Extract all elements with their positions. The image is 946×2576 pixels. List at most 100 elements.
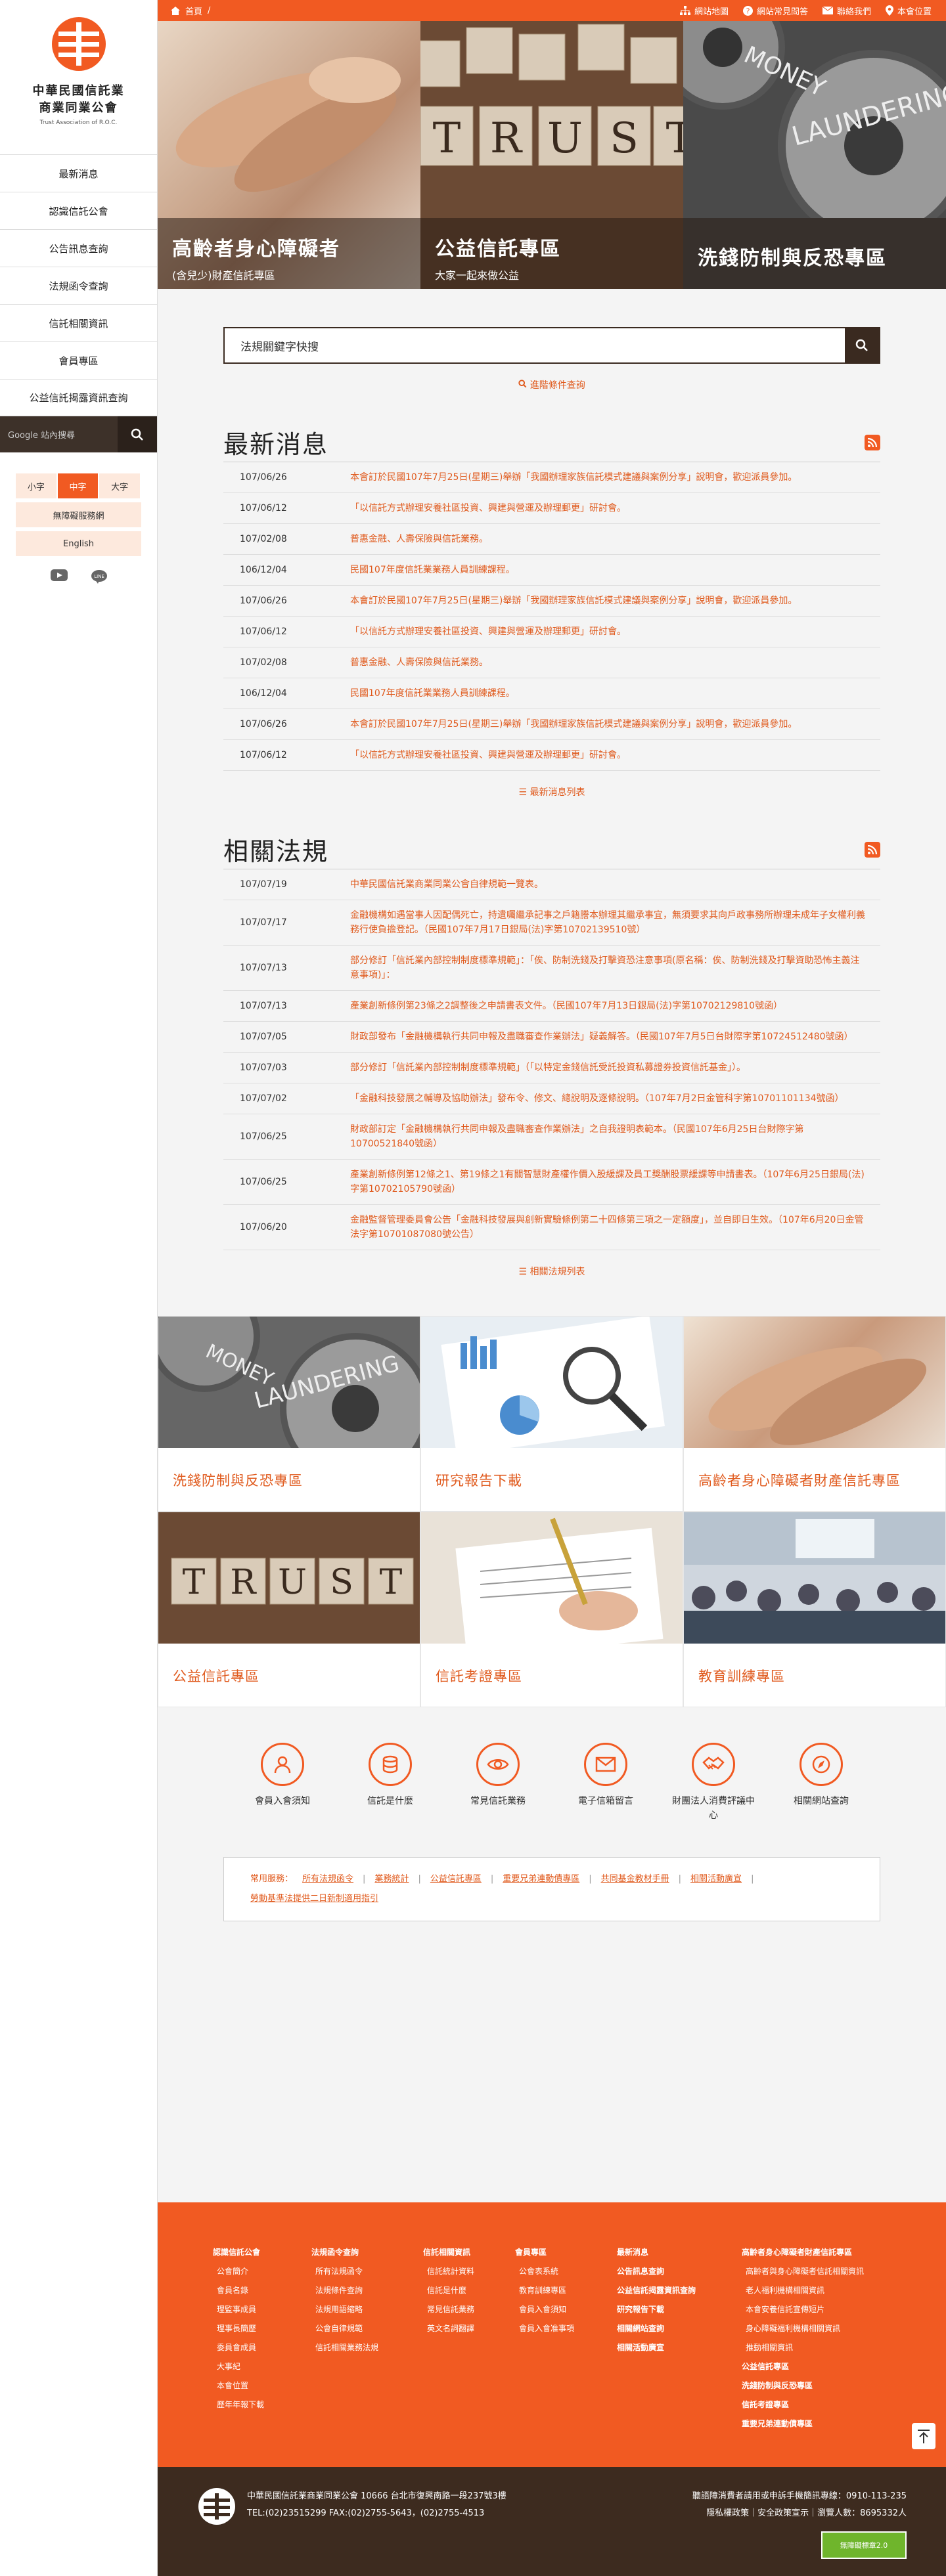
quick-link[interactable]: 業務統計 <box>374 1874 409 1884</box>
footer-link[interactable]: 法規條件查詢 <box>311 2281 423 2300</box>
english-link[interactable]: English <box>16 531 141 556</box>
footer-link[interactable]: 相關活動廣宣 <box>617 2338 742 2357</box>
list-item-title[interactable]: 普惠金融、人壽保險與信託業務。 <box>350 532 880 546</box>
list-item[interactable]: 106/12/04 民國107年度信託業業務人員訓練課程。 <box>223 555 880 586</box>
footer-link[interactable]: 信託是什麼 <box>423 2281 515 2300</box>
list-item-title[interactable]: 產業創新條例第23條之2調整後之申請書表文件。（民國107年7月13日銀局(法)… <box>350 999 880 1013</box>
list-item[interactable]: 107/06/26 本會訂於民國107年7月25日(星期三)舉辦「我國辦理家族信託… <box>223 586 880 617</box>
footer-link[interactable]: 高齡者與身心障礙者信託相關資訊 <box>742 2262 912 2281</box>
list-item[interactable]: 107/06/20 金融監督管理委員會公告「金融科技發展與創新實驗條例第二十四條第… <box>223 1205 880 1250</box>
youtube-icon[interactable] <box>50 569 68 581</box>
footer-column-heading[interactable]: 高齡者身心障礙者財產信託專區 <box>742 2243 912 2262</box>
footer-column-heading[interactable]: 法規函令查詢 <box>311 2243 423 2262</box>
footer-link[interactable]: 信託統計資料 <box>423 2262 515 2281</box>
font-small-button[interactable]: 小字 <box>16 473 56 498</box>
list-item-title[interactable]: 部分修訂「信託業內部控制制度標準規範」：「俟、防制洗錢及打擊資恐注意事項(原名稱… <box>350 953 880 982</box>
law-search-button[interactable] <box>845 328 879 362</box>
quick-link[interactable]: 共同基金教材手冊 <box>601 1874 669 1884</box>
location-link[interactable]: 本會位置 <box>885 5 932 17</box>
footer-link[interactable]: 推動相關資訊 <box>742 2338 912 2357</box>
sitemap-link[interactable]: 網站地圖 <box>679 5 729 17</box>
card-public-trust[interactable]: T R U S T 公益信託專區 <box>158 1512 420 1707</box>
list-item[interactable]: 107/06/25 財政部訂定「金融機構執行共同申報及盡職審查作業辦法」之自我證明… <box>223 1114 880 1160</box>
footer-link[interactable]: 公會表系統 <box>515 2262 617 2281</box>
contact-link[interactable]: 聯絡我們 <box>822 5 871 17</box>
list-item[interactable]: 107/06/26 本會訂於民國107年7月25日(星期三)舉辦「我國辦理家族信託… <box>223 462 880 493</box>
list-item-title[interactable]: 「以信託方式辦理安養社區投資、興建與營運及辦理郵更」研討會。 <box>350 624 880 639</box>
advanced-search-link[interactable]: 進階條件查詢 <box>223 378 880 391</box>
footer-link[interactable]: 教育訓練專區 <box>515 2281 617 2300</box>
list-item[interactable]: 107/07/17 金融機構如遇當事人因配偶死亡，持遺囑繼承記事之戶籍謄本辦理其繼… <box>223 900 880 946</box>
rss-icon[interactable] <box>865 841 880 858</box>
footer-link[interactable]: 會員入會須知 <box>515 2300 617 2319</box>
footer-link[interactable]: 理監事成員 <box>213 2300 311 2319</box>
accessibility-badge[interactable]: 無障礙標章2.0 <box>821 2531 907 2559</box>
quick-link[interactable]: 相關活動廣宣 <box>690 1874 742 1884</box>
list-item-title[interactable]: 財政部發布「金融機構執行共同申報及盡職審查作業辦法」疑義解答。（民國107年7月… <box>350 1030 880 1044</box>
banner-aml[interactable]: MONEY LAUNDERING 洗錢防制與反恐專區 <box>683 21 946 289</box>
footer-policy-links[interactable]: 隱私權政策｜安全政策宣示｜瀏覽人數：8695332人 <box>692 2505 907 2522</box>
list-item[interactable]: 107/07/19 中華民國信託業商業同業公會自律規範一覽表。 <box>223 869 880 900</box>
list-item[interactable]: 107/06/25 產業創新條例第12條之1、第19條之1有關智慧財產權作價入股緩… <box>223 1160 880 1205</box>
shortcut-consumer-center[interactable]: 財團法人消費評議中心 <box>671 1743 756 1823</box>
line-icon[interactable]: LINE <box>91 569 107 584</box>
quick-link[interactable]: 重要兄弟連動債專區 <box>503 1874 579 1884</box>
list-item[interactable]: 107/06/12 「以信託方式辦理安養社區投資、興建與營運及辦理郵更」研討會。 <box>223 617 880 647</box>
footer-link[interactable]: 研究報告下載 <box>617 2300 742 2319</box>
breadcrumb-home[interactable]: 首頁 <box>185 5 202 17</box>
list-item[interactable]: 107/02/08 普惠金融、人壽保險與信託業務。 <box>223 524 880 555</box>
list-item[interactable]: 107/02/08 普惠金融、人壽保險與信託業務。 <box>223 647 880 678</box>
list-item-title[interactable]: 「以信託方式辦理安養社區投資、興建與營運及辦理郵更」研討會。 <box>350 501 880 515</box>
list-item[interactable]: 107/07/13 產業創新條例第23條之2調整後之申請書表文件。（民國107年7… <box>223 991 880 1022</box>
footer-link[interactable]: 法規用語縮略 <box>311 2300 423 2319</box>
list-item[interactable]: 107/06/26 本會訂於民國107年7月25日(星期三)舉辦「我國辦理家族信託… <box>223 709 880 740</box>
list-item-title[interactable]: 金融監督管理委員會公告「金融科技發展與創新實驗條例第二十四條第三項之一定額度」，… <box>350 1213 880 1242</box>
shortcut-related-sites[interactable]: 相關網站查詢 <box>778 1743 864 1823</box>
footer-link[interactable]: 重要兄弟連動債專區 <box>742 2414 912 2434</box>
card-aml[interactable]: MONEY LAUNDERING 洗錢防制與反恐專區 <box>158 1316 420 1512</box>
list-item-title[interactable]: 財政部訂定「金融機構執行共同申報及盡職審查作業辦法」之自我證明表範本。（民國10… <box>350 1122 880 1151</box>
footer-link[interactable]: 信託相關業務法規 <box>311 2338 423 2357</box>
footer-column-heading[interactable]: 信託相關資訊 <box>423 2243 515 2262</box>
list-item-title[interactable]: 部分修訂「信託業內部控制制度標準規範」（「以特定金錢信託受託投資私募證券投資信託… <box>350 1060 880 1075</box>
footer-link[interactable]: 理事長簡歷 <box>213 2319 311 2338</box>
footer-link[interactable]: 所有法規函令 <box>311 2262 423 2281</box>
list-item-title[interactable]: 普惠金融、人壽保險與信託業務。 <box>350 655 880 670</box>
nav-item-public-trust[interactable]: 公益信託揭露資訊查詢 <box>0 379 157 416</box>
footer-link[interactable]: 公益信託揭露資訊查詢 <box>617 2281 742 2300</box>
footer-link[interactable]: 委員會成員 <box>213 2338 311 2357</box>
list-item[interactable]: 107/07/02 「金融科技發展之輔導及協助辦法」發布令、修文、總說明及逐條說明… <box>223 1083 880 1114</box>
laws-more-link[interactable]: ☰ 相關法規列表 <box>223 1265 880 1278</box>
font-large-button[interactable]: 大字 <box>99 473 141 498</box>
back-to-top-button[interactable] <box>912 2423 935 2449</box>
footer-link[interactable]: 大事紀 <box>213 2357 311 2376</box>
list-item-title[interactable]: 本會訂於民國107年7月25日(星期三)舉辦「我國辦理家族信託模式建議與案例分享… <box>350 717 880 731</box>
card-certification[interactable]: 信託考證專區 <box>420 1512 683 1707</box>
list-item[interactable]: 107/07/03 部分修訂「信託業內部控制制度標準規範」（「以特定金錢信託受託投… <box>223 1053 880 1083</box>
list-item-title[interactable]: 「金融科技發展之輔導及協助辦法」發布令、修文、總說明及逐條說明。（107年7月2… <box>350 1091 880 1106</box>
list-item-title[interactable]: 本會訂於民國107年7月25日(星期三)舉辦「我國辦理家族信託模式建議與案例分享… <box>350 470 880 485</box>
footer-link[interactable]: 公會自律規範 <box>311 2319 423 2338</box>
footer-link[interactable]: 信託考證專區 <box>742 2395 912 2414</box>
list-item-title[interactable]: 本會訂於民國107年7月25日(星期三)舉辦「我國辦理家族信託模式建議與案例分享… <box>350 594 880 608</box>
banner-public-trust[interactable]: TRUST 公益信託專區 大家一起來做公益 <box>420 21 683 289</box>
list-item-title[interactable]: 產業創新條例第12條之1、第19條之1有關智慧財產權作價入股緩課及員工獎酬股票緩… <box>350 1168 880 1196</box>
quick-link[interactable]: 公益信託專區 <box>430 1874 482 1884</box>
footer-link[interactable]: 老人福利機構相關資訊 <box>742 2281 912 2300</box>
nav-item-news[interactable]: 最新消息 <box>0 154 157 192</box>
footer-link[interactable]: 洗錢防制與反恐專區 <box>742 2376 912 2395</box>
google-search-input[interactable]: Google 站內搜尋 <box>0 416 118 452</box>
footer-link[interactable]: 會員入會准事項 <box>515 2319 617 2338</box>
nav-item-trust-info[interactable]: 信託相關資訊 <box>0 304 157 341</box>
footer-link[interactable]: 相關網站查詢 <box>617 2319 742 2338</box>
footer-link[interactable]: 歷年年報下載 <box>213 2395 311 2414</box>
list-item[interactable]: 107/07/13 部分修訂「信託業內部控制制度標準規範」：「俟、防制洗錢及打擊資… <box>223 946 880 991</box>
list-item-title[interactable]: 民國107年度信託業業務人員訓練課程。 <box>350 563 880 577</box>
list-item[interactable]: 107/06/12 「以信託方式辦理安養社區投資、興建與營運及辦理郵更」研討會。 <box>223 740 880 771</box>
shortcut-common-business[interactable]: 常見信託業務 <box>455 1743 541 1823</box>
shortcut-email[interactable]: 電子信箱留言 <box>563 1743 648 1823</box>
list-item-title[interactable]: 中華民國信託業商業同業公會自律規範一覽表。 <box>350 877 880 892</box>
nav-item-announcements[interactable]: 公告訊息查詢 <box>0 229 157 267</box>
footer-column-heading[interactable]: 最新消息 <box>617 2243 742 2262</box>
nav-item-about[interactable]: 認識信託公會 <box>0 192 157 229</box>
